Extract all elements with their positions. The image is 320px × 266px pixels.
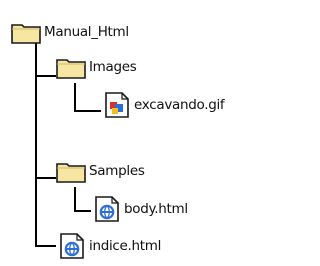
gif-image-file-icon [100,92,132,118]
tree-node-samples[interactable]: Samples [55,158,145,184]
tree-node-label: Images [89,59,137,75]
tree-node-manual-html[interactable]: Manual_Html [10,19,129,45]
tree-node-label: Samples [89,163,145,179]
html-file-icon [55,233,87,259]
folder-icon [55,54,87,80]
file-tree: Manual_Html Images excavando.gif Samples… [0,0,262,266]
tree-node-body-html[interactable]: body.html [90,196,188,222]
tree-node-images[interactable]: Images [55,54,137,80]
tree-node-excavando-gif[interactable]: excavando.gif [100,92,225,118]
tree-node-label: body.html [124,201,188,217]
tree-node-indice-html[interactable]: indice.html [55,233,161,259]
tree-node-label: indice.html [89,238,162,254]
folder-icon [10,19,42,45]
tree-node-label: Manual_Html [44,24,129,40]
tree-node-label: excavando.gif [134,97,225,113]
folder-icon [55,158,87,184]
html-file-icon [90,196,122,222]
